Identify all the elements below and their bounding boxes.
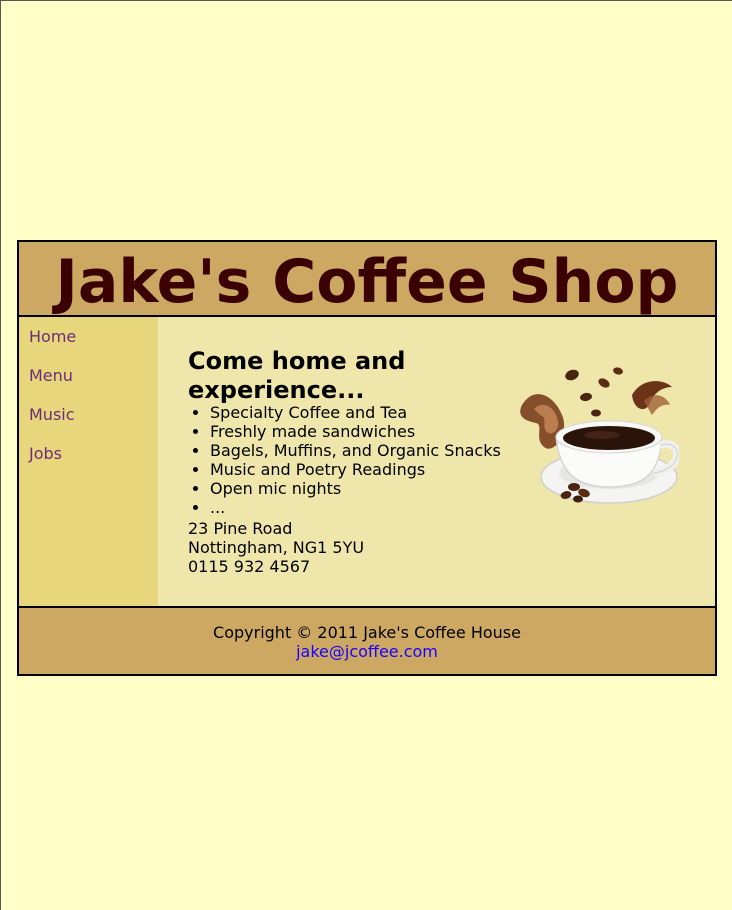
- coffee-cup-image: [520, 367, 679, 504]
- nav-item-music[interactable]: Music: [29, 407, 158, 446]
- feature-item: Specialty Coffee and Tea: [210, 403, 501, 422]
- features-list: Specialty Coffee and Tea Freshly made sa…: [188, 403, 501, 517]
- address-city: Nottingham, NG1 5YU: [188, 538, 365, 557]
- feature-item: Bagels, Muffins, and Organic Snacks: [210, 441, 501, 460]
- site-header: Jake's Coffee Shop: [19, 242, 715, 317]
- nav-item-jobs[interactable]: Jobs: [29, 446, 158, 485]
- feature-item: Freshly made sandwiches: [210, 422, 501, 441]
- email-link[interactable]: jake@jcoffee.com: [296, 642, 438, 661]
- site-title: Jake's Coffee Shop: [55, 247, 679, 317]
- address-street: 23 Pine Road: [188, 519, 293, 538]
- nav-link-menu[interactable]: Menu: [29, 366, 73, 385]
- feature-item: ...: [210, 498, 501, 517]
- sidebar-nav: Home Menu Music Jobs: [19, 317, 158, 606]
- nav-link-jobs[interactable]: Jobs: [29, 444, 62, 463]
- address-block: 23 Pine Road Nottingham, NG1 5YU 0115 93…: [188, 519, 364, 576]
- address-phone: 0115 932 4567: [188, 557, 311, 576]
- nav-link-music[interactable]: Music: [29, 405, 75, 424]
- site-footer: Copyright © 2011 Jake's Coffee House jak…: [19, 606, 715, 674]
- copyright-text: Copyright © 2011 Jake's Coffee House: [213, 623, 521, 642]
- feature-item: Music and Poetry Readings: [210, 460, 501, 479]
- nav-item-menu[interactable]: Menu: [29, 368, 158, 407]
- main-content: Come home and experience... Specialty Co…: [158, 317, 715, 606]
- page-wrapper: Jake's Coffee Shop Home Menu Music Jobs …: [17, 240, 717, 676]
- nav-link-home[interactable]: Home: [29, 327, 76, 346]
- feature-item: Open mic nights: [210, 479, 501, 498]
- nav-item-home[interactable]: Home: [29, 329, 158, 368]
- welcome-heading: Come home and experience...: [188, 347, 406, 404]
